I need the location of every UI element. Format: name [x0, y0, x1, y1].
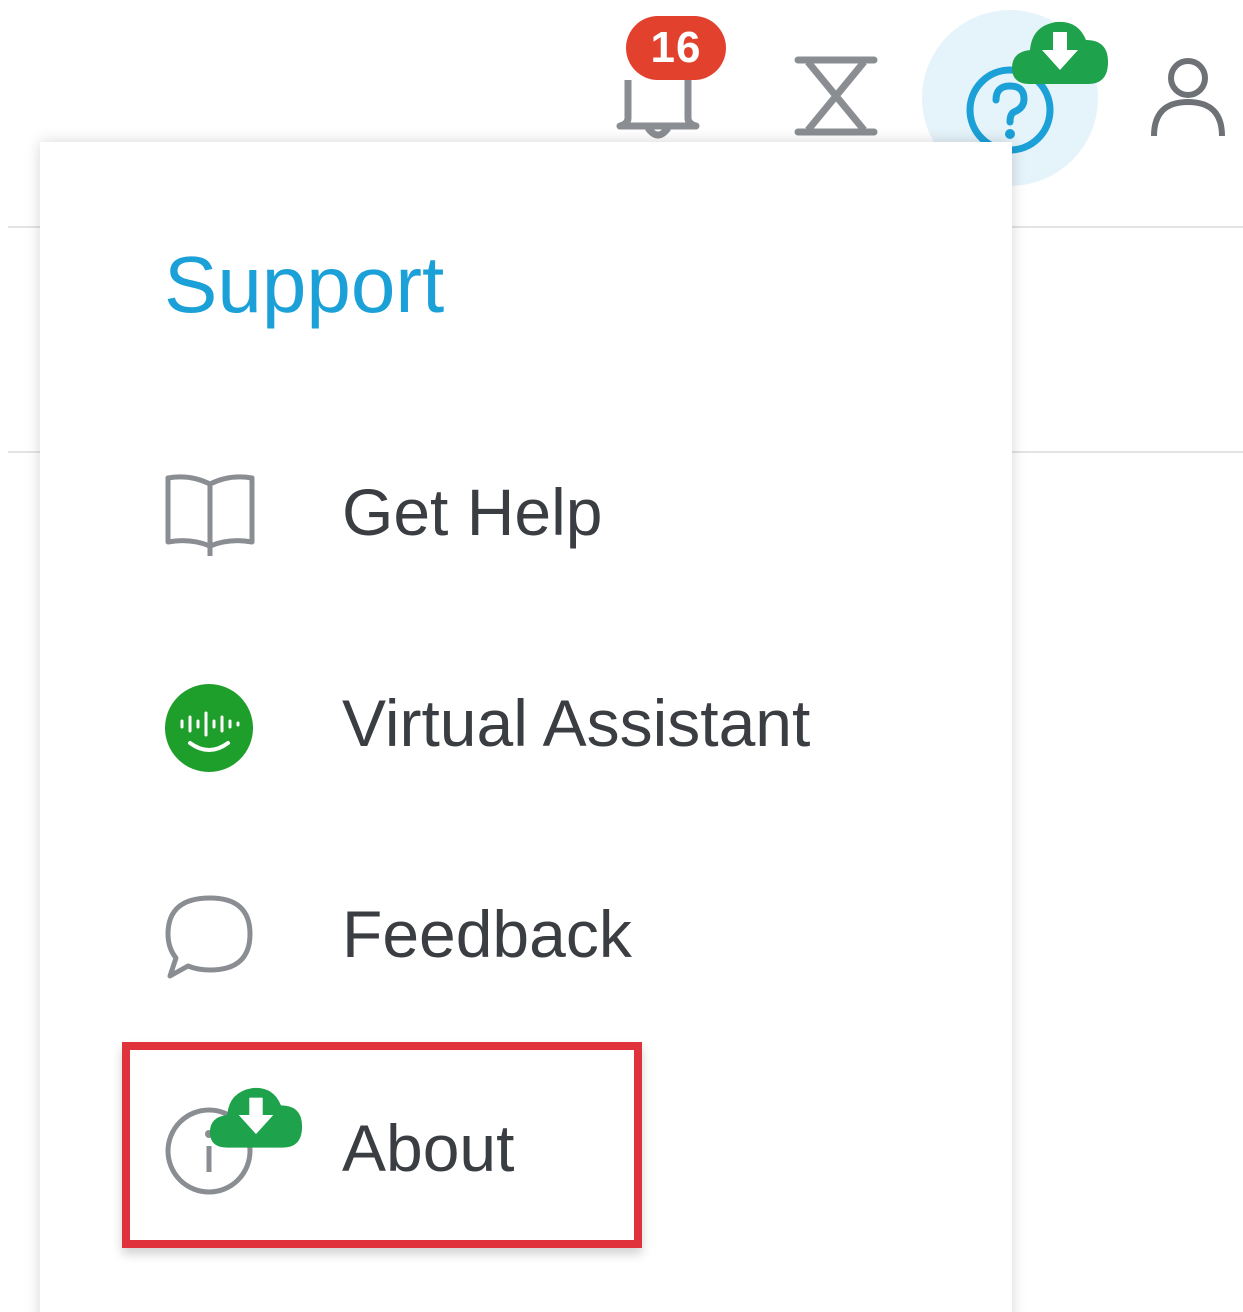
- speech-bubble-icon: [164, 894, 254, 980]
- menu-item-label: Get Help: [342, 475, 603, 549]
- support-menu-title: Support: [164, 240, 445, 329]
- cloud-download-icon: [1010, 12, 1110, 86]
- notifications-button[interactable]: [612, 70, 704, 142]
- menu-item-get-help[interactable]: Get Help: [40, 436, 1012, 586]
- menu-item-virtual-assistant[interactable]: Virtual Assistant: [40, 647, 1012, 797]
- support-menu-panel: Support Get Help Virtual Assistant Feedb…: [40, 142, 1012, 1312]
- book-icon: [164, 472, 256, 556]
- menu-item-label: About: [342, 1111, 515, 1185]
- bell-icon: [616, 80, 700, 139]
- page: 16 Support Get Help Virtual Assistant Fe…: [0, 0, 1243, 1312]
- tasks-button[interactable]: [794, 54, 878, 138]
- menu-item-label: Virtual Assistant: [342, 686, 811, 760]
- menu-item-feedback[interactable]: Feedback: [40, 858, 1012, 1008]
- hourglass-icon: [794, 56, 878, 136]
- notification-count-badge: 16: [626, 16, 726, 80]
- user-button[interactable]: [1148, 56, 1228, 138]
- cloud-download-icon: [208, 1078, 304, 1150]
- menu-item-label: Feedback: [342, 897, 632, 971]
- virtual-assistant-icon: [164, 683, 254, 773]
- user-icon: [1151, 58, 1225, 137]
- menu-item-about[interactable]: About: [40, 1072, 1012, 1222]
